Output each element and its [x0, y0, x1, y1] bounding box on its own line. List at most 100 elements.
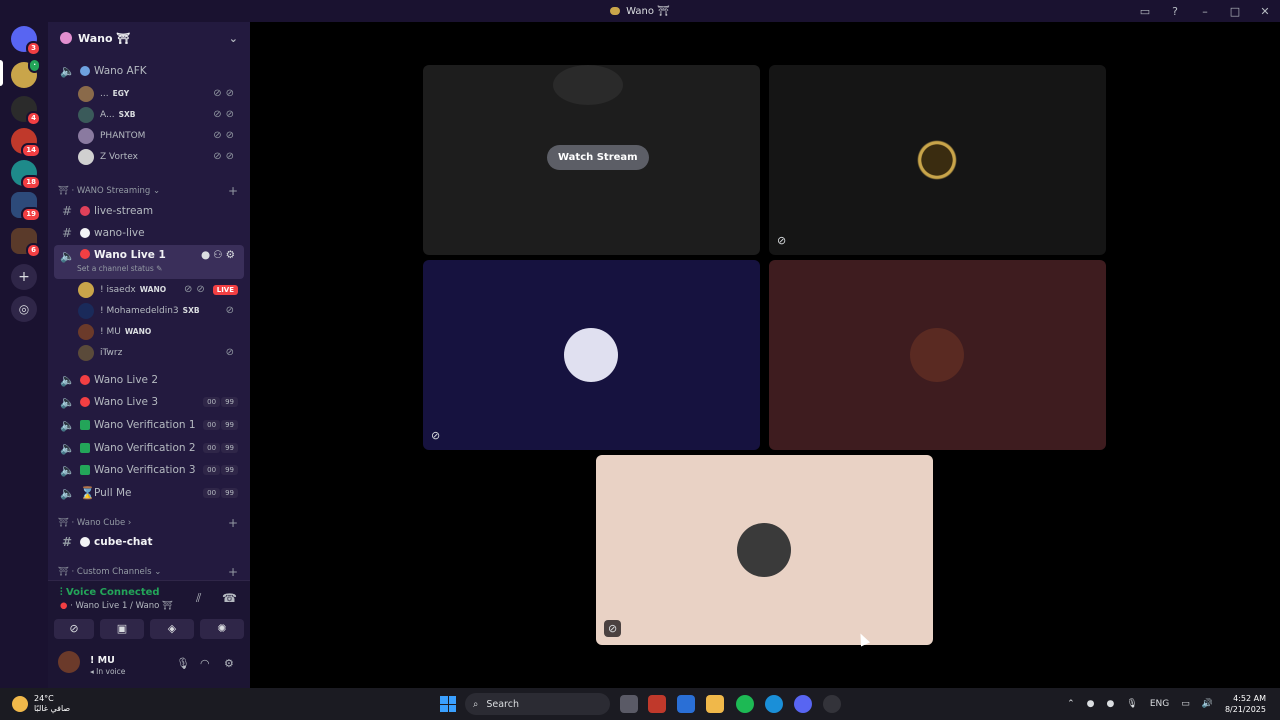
- app-icon[interactable]: [648, 695, 666, 713]
- server-sxb[interactable]: 4: [11, 96, 41, 126]
- voice-panel: ⫶ Voice Connected ● · Wano Live 1 / Wano…: [48, 580, 250, 688]
- voice-channel-pull[interactable]: 🔈 ⌛ Pull Me 00 99: [54, 482, 244, 503]
- user-tag: WANO: [124, 327, 152, 336]
- weather-icon: [12, 696, 28, 712]
- discover-icon[interactable]: ◎: [11, 296, 37, 322]
- voice-channel-live1[interactable]: 🔈 Wano Live 1 ●⚇⚙: [54, 245, 244, 279]
- participant-tile[interactable]: ⊘: [596, 455, 933, 645]
- category-cube[interactable]: ⛩ · Wano Cube › +: [54, 514, 244, 532]
- weather-widget[interactable]: 24°C صافي غالبًا: [12, 694, 70, 714]
- channel-name: Wano Live 3: [94, 395, 159, 408]
- voice-user[interactable]: A... SXB ⊘⊘: [54, 104, 244, 125]
- close-button[interactable]: ✕: [1250, 5, 1280, 18]
- voice-channel-afk[interactable]: 🔈 Wano AFK: [54, 60, 244, 81]
- voice-status[interactable]: ⫶ Voice Connected: [60, 587, 160, 598]
- app-icon-2[interactable]: [823, 695, 841, 713]
- server-folder[interactable]: 19: [11, 192, 41, 222]
- language-indicator[interactable]: ENG: [1150, 699, 1169, 709]
- stream-tile[interactable]: Watch Stream: [423, 65, 760, 255]
- voice-user[interactable]: ! Mohamedeldin3 SXB ⊘: [54, 300, 244, 321]
- microphone-icon[interactable]: 🎙: [176, 657, 190, 670]
- channel-actions-icons[interactable]: ●⚇⚙: [201, 249, 238, 261]
- user-name: ! MU: [90, 655, 115, 666]
- user-limit: 00 99: [202, 419, 238, 430]
- noise-suppression-icon[interactable]: ⫽: [196, 591, 201, 606]
- discord-icon[interactable]: [794, 695, 812, 713]
- voice-user[interactable]: Z Vortex ⊘⊘: [54, 146, 244, 167]
- add-channel-icon[interactable]: +: [228, 184, 238, 198]
- participant-tile[interactable]: ⊘: [769, 65, 1106, 255]
- voice-channel-ver1[interactable]: 🔈 Wano Verification 1 00 99: [54, 414, 244, 435]
- watch-stream-button[interactable]: Watch Stream: [547, 145, 649, 170]
- headphones-icon[interactable]: ◠: [200, 657, 210, 670]
- avatar: [78, 148, 94, 165]
- user-name: PHANTOM: [100, 130, 146, 141]
- guild-header[interactable]: Wano ⛩ ⌄: [48, 22, 250, 54]
- text-channel-live-stream[interactable]: # live-stream: [54, 200, 244, 221]
- server-folder-2[interactable]: 6: [11, 228, 41, 258]
- tray-app-icon[interactable]: ●: [1087, 699, 1095, 709]
- participant-tile[interactable]: ⊘: [423, 260, 760, 450]
- tray-app-icon-2[interactable]: ●: [1107, 699, 1115, 709]
- text-channel-cube-chat[interactable]: # cube-chat: [54, 531, 244, 552]
- voice-channel-ver3[interactable]: 🔈 Wano Verification 3 00 99: [54, 459, 244, 480]
- server-wano[interactable]: ·: [11, 58, 41, 88]
- voice-channel-ver2[interactable]: 🔈 Wano Verification 2 00 99: [54, 437, 244, 458]
- spotify-icon[interactable]: [736, 695, 754, 713]
- disconnect-icon[interactable]: ☎: [222, 591, 237, 605]
- participant-tile[interactable]: [769, 260, 1106, 450]
- edge-icon[interactable]: [765, 695, 783, 713]
- server-mt[interactable]: 14: [11, 128, 41, 158]
- voice-channel-live2[interactable]: 🔈 Wano Live 2: [54, 369, 244, 390]
- task-view-icon[interactable]: [620, 695, 638, 713]
- minimize-button[interactable]: –: [1190, 5, 1220, 18]
- store-icon[interactable]: [677, 695, 695, 713]
- category-custom[interactable]: ⛩ · Custom Channels ⌄ +: [54, 563, 244, 581]
- user-name: ! isaedx: [100, 284, 136, 295]
- add-server-icon[interactable]: +: [11, 264, 37, 290]
- server-a[interactable]: 18: [11, 160, 41, 190]
- voice-channel-live3[interactable]: 🔈 Wano Live 3 00 99: [54, 391, 244, 412]
- channel-emoji: [80, 65, 90, 76]
- participant-avatar: [910, 133, 964, 187]
- speaker-icon: 🔈: [60, 462, 75, 477]
- voice-user[interactable]: ... EGY ⊘⊘: [54, 83, 244, 104]
- camera-button[interactable]: ⊘: [54, 619, 94, 639]
- inbox-icon[interactable]: ▭: [1130, 5, 1160, 18]
- voice-user[interactable]: ! MU WANO: [54, 321, 244, 342]
- volume-icon[interactable]: 🔊: [1202, 699, 1213, 709]
- avatar: [78, 127, 94, 144]
- category-streaming[interactable]: ⛩ · WANO Streaming ⌄ +: [54, 182, 244, 200]
- home-button[interactable]: 3: [11, 26, 41, 56]
- network-icon[interactable]: ▭: [1181, 699, 1190, 709]
- user-count: 00: [203, 396, 221, 407]
- category-name: Wano Cube: [76, 518, 126, 528]
- user-name: ...: [100, 88, 109, 99]
- maximize-button[interactable]: □: [1220, 5, 1250, 18]
- chevron-up-icon[interactable]: ⌃: [1067, 699, 1075, 709]
- activities-button[interactable]: ◈: [150, 619, 194, 639]
- speaker-icon: 🔈: [60, 372, 75, 387]
- file-explorer-icon[interactable]: [706, 695, 724, 713]
- add-channel-icon[interactable]: +: [228, 516, 238, 530]
- microphone-tray-icon[interactable]: 🎙: [1126, 699, 1137, 709]
- avatar[interactable]: [58, 651, 80, 673]
- server-sxb-badge: 4: [26, 111, 41, 126]
- muted-deafened-icons: ⊘⊘: [213, 151, 238, 162]
- category-icon: ⛩ ·: [58, 186, 77, 196]
- screen-share-button[interactable]: ▣: [100, 619, 144, 639]
- voice-user[interactable]: ! isaedx WANO ⊘⊘ LIVE: [54, 279, 244, 300]
- add-channel-icon[interactable]: +: [228, 565, 238, 579]
- soundboard-button[interactable]: ✺: [200, 619, 244, 639]
- clock[interactable]: 4:52 AM 8/21/2025: [1225, 693, 1266, 715]
- help-icon[interactable]: ?: [1160, 5, 1190, 18]
- speaker-icon: 🔈: [60, 394, 75, 409]
- voice-user[interactable]: iTwrz ⊘: [54, 342, 244, 363]
- taskbar-search[interactable]: ⌕ Search: [465, 693, 610, 715]
- start-button[interactable]: [440, 696, 456, 712]
- voice-channel-line[interactable]: ● · Wano Live 1 / Wano ⛩: [60, 601, 173, 611]
- channel-status[interactable]: Set a channel status ✎: [77, 264, 162, 273]
- settings-gear-icon[interactable]: ⚙: [224, 657, 234, 670]
- voice-user[interactable]: PHANTOM ⊘⊘: [54, 125, 244, 146]
- text-channel-wano-live[interactable]: # wano-live: [54, 222, 244, 243]
